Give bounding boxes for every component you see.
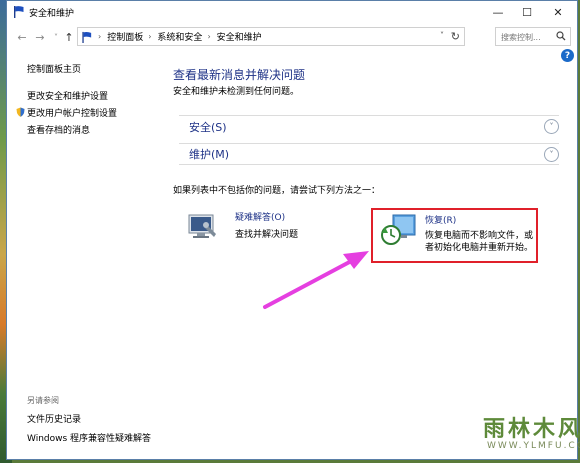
watermark-text: 雨林木风 <box>483 417 580 442</box>
annotation-arrow <box>263 251 369 309</box>
control-panel-window: 安全和维护 — ☐ ✕ ← → ˅ ↑ › 控制面板 › 系统和安全 › 安全和… <box>6 0 580 460</box>
watermark-url: WWW.YLMFU.COM <box>487 441 580 451</box>
watermark-logo: 雨林木风 WWW.YLMFU.COM <box>481 409 580 459</box>
